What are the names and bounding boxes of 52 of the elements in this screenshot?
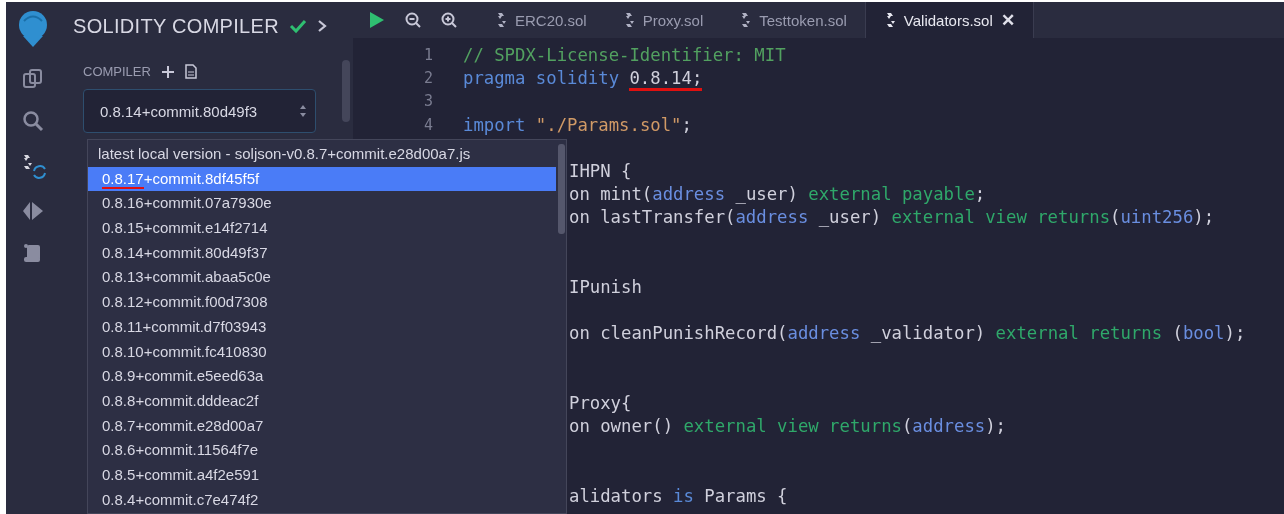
line-number: 2	[422, 68, 433, 90]
version-option[interactable]: 0.8.5+commit.a4f2e591	[88, 462, 556, 488]
code-line: pragma solidity 0.8.14;	[463, 68, 703, 92]
version-option[interactable]: 0.8.8+commit.dddeac2f	[88, 388, 556, 414]
code-line: IHPN {	[569, 160, 632, 181]
code-line: Proxy{	[569, 392, 632, 413]
version-option[interactable]: 0.8.12+commit.f00d7308	[88, 290, 556, 315]
scrollbar[interactable]	[342, 60, 350, 122]
version-option[interactable]: 0.8.4+commit.c7e474f2	[88, 487, 556, 513]
run-icon[interactable]	[369, 11, 385, 29]
scrollbar[interactable]	[558, 144, 565, 234]
section-label: COMPILER	[83, 64, 151, 79]
file-tab[interactable]: Testtoken.sol	[721, 2, 865, 38]
spinner-arrows-icon	[299, 104, 307, 118]
version-option[interactable]: 0.8.6+commit.11564f7e	[88, 438, 556, 463]
chevron-right-icon[interactable]	[316, 19, 327, 33]
version-option[interactable]: 0.8.11+commit.d7f03943	[88, 314, 556, 340]
code-line: on lastTransfer(address _user) external view returns(uint256);	[569, 207, 1215, 228]
deploy-icon[interactable]	[21, 200, 45, 222]
version-option[interactable]: 0.8.13+commit.abaa5c0e	[88, 265, 556, 291]
line-number: 4	[422, 114, 433, 136]
close-icon[interactable]: ✕	[1000, 9, 1015, 31]
code-line: IPunish	[569, 276, 642, 297]
zoom-in-icon[interactable]	[441, 12, 457, 28]
line-number: 3	[422, 91, 433, 113]
code-line: import "./Params.sol";	[463, 114, 692, 135]
version-option[interactable]: 0.8.9+commit.e5eed63a	[88, 364, 556, 389]
version-option[interactable]: 0.8.10+commit.fc410830	[88, 339, 556, 365]
search-icon[interactable]	[22, 110, 44, 132]
version-option[interactable]: latest local version - soljson-v0.8.7+commit.e28d00a7.js	[88, 142, 556, 167]
plus-icon[interactable]	[160, 64, 175, 79]
code-line: on mint(address _user) external payable;	[569, 184, 986, 205]
solidity-file-icon	[495, 12, 507, 28]
file-icon[interactable]	[184, 64, 197, 79]
version-select[interactable]: 0.8.14+commit.80d49f3	[83, 89, 316, 133]
panel-title: SOLIDITY COMPILER	[73, 14, 279, 38]
version-option[interactable]: 0.8.14+commit.80d49f37	[88, 240, 556, 266]
code-line: alidators is Params {	[569, 485, 788, 506]
line-number: 1	[422, 45, 433, 66]
code-line: // SPDX-License-Identifier: MIT	[463, 45, 786, 65]
version-option[interactable]: 0.8.7+commit.e28d00a7	[88, 413, 556, 439]
solidity-file-icon	[739, 12, 752, 28]
file-tab[interactable]: Validators.sol ✕	[864, 2, 1034, 38]
code-line: on cleanPunishRecord(address _validator) external returns (bool);	[569, 323, 1246, 344]
file-tab[interactable]: Proxy.sol	[604, 2, 722, 38]
zoom-out-icon[interactable]	[405, 12, 421, 28]
version-option[interactable]: 0.8.16+commit.07a7930e	[88, 191, 556, 217]
files-icon[interactable]	[22, 68, 44, 90]
file-tab[interactable]: ERC20.sol	[477, 2, 605, 38]
version-option[interactable]: 0.8.15+commit.e14f2714	[88, 216, 556, 241]
code-line: on owner() external view returns(address);	[569, 416, 1006, 436]
version-option[interactable]: 0.8.17+commit.8df45f5f	[88, 166, 556, 192]
